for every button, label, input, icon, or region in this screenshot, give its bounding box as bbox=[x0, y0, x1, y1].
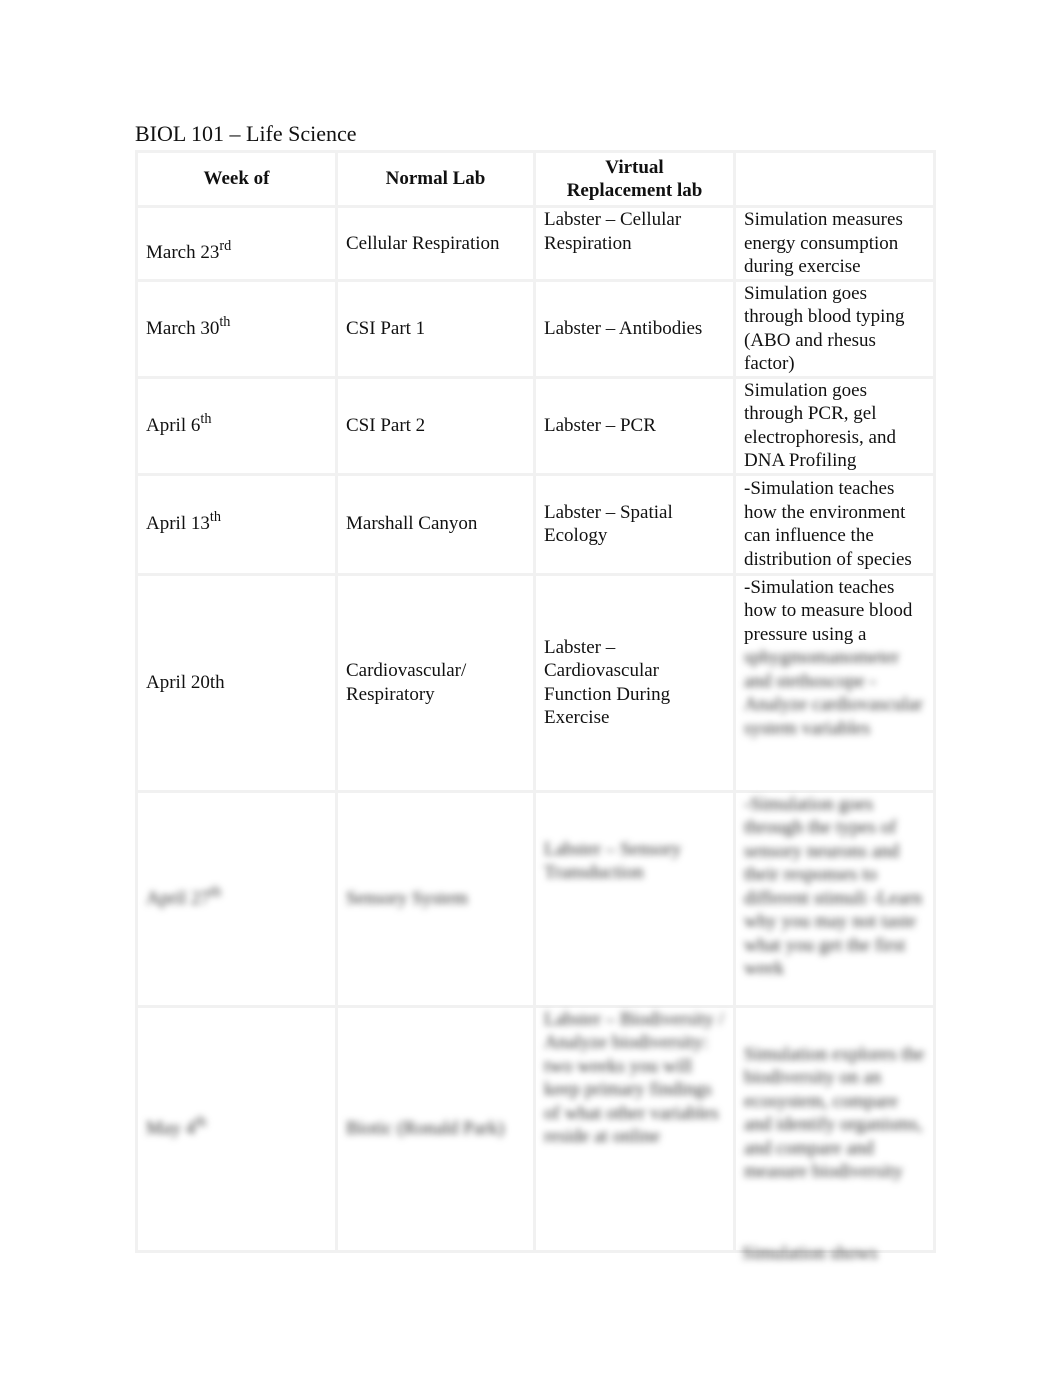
document-title: BIOL 101 – Life Science bbox=[135, 121, 357, 146]
description-cell: -Simulation teaches how the environment … bbox=[733, 472, 936, 576]
description-text-blurred: Simulation explores the biodiversity on … bbox=[744, 1043, 925, 1183]
lab-schedule-table: Week of Normal Lab Virtual Replacement l… bbox=[135, 150, 936, 1253]
table-row: April 27th Sensory System Labster – Sens… bbox=[135, 789, 936, 1008]
virtual-lab-cell: Labster – Biodiversity / Analyze biodive… bbox=[533, 1004, 736, 1253]
header-week: Week of bbox=[135, 150, 338, 208]
description-cell: Simulation goes through PCR, gel electro… bbox=[733, 375, 936, 476]
week-cell: April 13th bbox=[135, 472, 338, 576]
table-header-row: Week of Normal Lab Virtual Replacement l… bbox=[135, 150, 936, 208]
virtual-lab-cell: Labster – Sensory Transduction bbox=[533, 789, 736, 1008]
description-cell: Simulation explores the biodiversity on … bbox=[733, 1004, 936, 1253]
week-cell: April 27th bbox=[135, 789, 338, 1008]
normal-lab-cell: Sensory System bbox=[335, 789, 536, 1008]
week-cell: March 30th bbox=[135, 278, 338, 379]
table-row: April 13th Marshall Canyon Labster – Spa… bbox=[135, 472, 936, 576]
header-virtual-lab: Virtual Replacement lab bbox=[533, 150, 736, 208]
header-description bbox=[733, 150, 936, 208]
table-row: April 20th Cardiovascular/ Respiratory L… bbox=[135, 572, 936, 793]
virtual-lab-cell: Labster – PCR bbox=[533, 375, 736, 476]
table-row: May 4th Biotic (Ronald Park) Labster – B… bbox=[135, 1004, 936, 1253]
virtual-lab-cell: Labster – Antibodies bbox=[533, 278, 736, 379]
description-text: -Simulation teaches how to measure blood… bbox=[744, 576, 913, 645]
table-row: March 30th CSI Part 1 Labster – Antibodi… bbox=[135, 278, 936, 379]
week-cell: May 4th bbox=[135, 1004, 338, 1253]
table-row: April 6th CSI Part 2 Labster – PCR Simul… bbox=[135, 375, 936, 476]
normal-lab-cell: Biotic (Ronald Park) bbox=[335, 1004, 536, 1253]
description-cell: -Simulation goes through the types of se… bbox=[733, 789, 936, 1008]
normal-lab-cell: CSI Part 1 bbox=[335, 278, 536, 379]
description-text-blurred: sphygmomanometer and stethoscope - Analy… bbox=[744, 647, 923, 739]
virtual-lab-cell: Labster – Spatial Ecology bbox=[533, 472, 736, 576]
header-normal-lab: Normal Lab bbox=[335, 150, 536, 208]
normal-lab-cell: Marshall Canyon bbox=[335, 472, 536, 576]
description-cell: Simulation goes through blood typing (AB… bbox=[733, 278, 936, 379]
description-cell: Simulation measures energy consumption d… bbox=[733, 205, 936, 282]
table-row: March 23rd Cellular Respiration Labster … bbox=[135, 205, 936, 282]
week-cell: April 20th bbox=[135, 572, 338, 793]
overflow-text-blurred: Simulation shows bbox=[742, 1243, 878, 1264]
week-cell: April 6th bbox=[135, 375, 338, 476]
week-cell: March 23rd bbox=[135, 205, 338, 282]
virtual-lab-cell: Labster – Cellular Respiration bbox=[533, 205, 736, 282]
description-cell: -Simulation teaches how to measure blood… bbox=[733, 572, 936, 793]
normal-lab-cell: CSI Part 2 bbox=[335, 375, 536, 476]
normal-lab-cell: Cellular Respiration bbox=[335, 205, 536, 282]
virtual-lab-cell: Labster – Cardiovascular Function During… bbox=[533, 572, 736, 793]
normal-lab-cell: Cardiovascular/ Respiratory bbox=[335, 572, 536, 793]
